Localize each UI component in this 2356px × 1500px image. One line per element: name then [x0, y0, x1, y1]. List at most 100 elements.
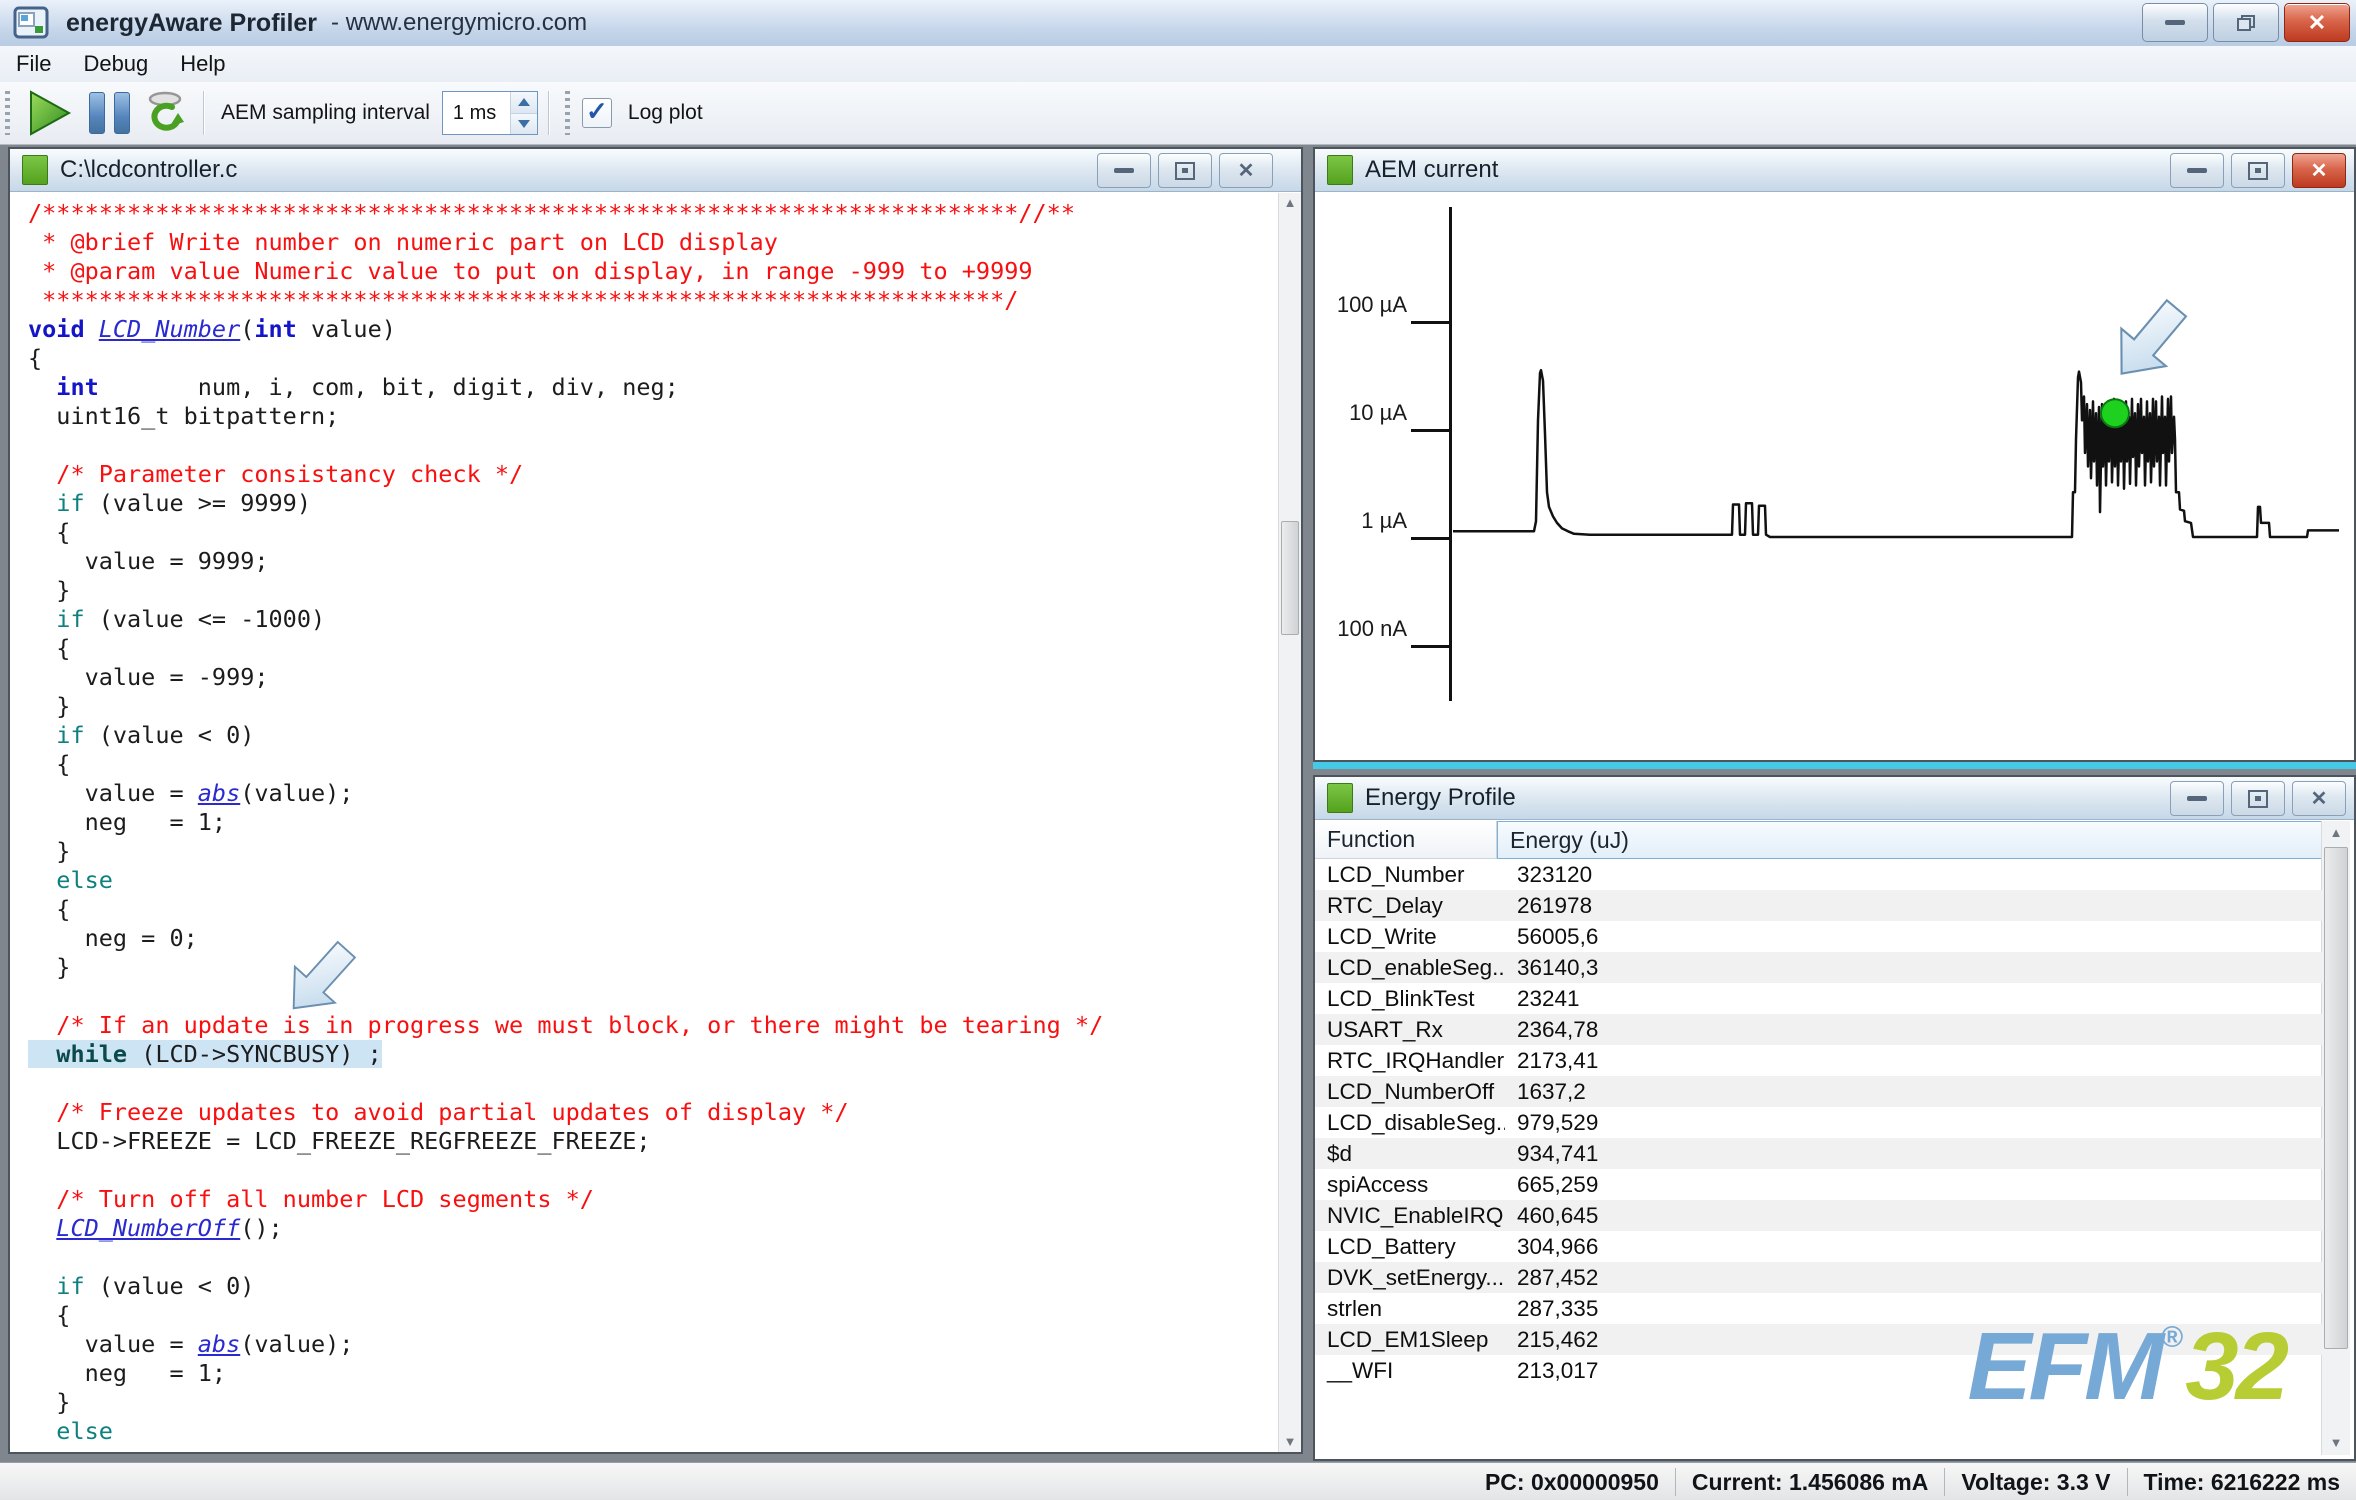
code-area[interactable]: /***************************************…	[28, 199, 1277, 1452]
code-line: int num, i, com, bit, digit, div, neg;	[28, 373, 1277, 402]
function-cell: LCD_disableSeg...	[1315, 1110, 1505, 1136]
code-line: }	[28, 1388, 1277, 1417]
minimize-button[interactable]	[2142, 3, 2208, 42]
code-maximize-button[interactable]	[1158, 153, 1212, 188]
code-line: if (value < 0)	[28, 721, 1277, 750]
table-row[interactable]: LCD_disableSeg...979,529	[1315, 1107, 2322, 1138]
toolbar-separator	[203, 91, 205, 135]
column-header-energy[interactable]: Energy (uJ)	[1497, 821, 2322, 859]
code-line: void LCD_Number(int value)	[28, 315, 1277, 344]
energy-cell: 213,017	[1505, 1358, 1598, 1384]
function-cell: LCD_Battery	[1315, 1234, 1505, 1260]
function-cell: $d	[1315, 1141, 1505, 1167]
code-window-title: C:\lcdcontroller.c	[60, 156, 237, 184]
energy-minimize-button[interactable]	[2170, 781, 2224, 816]
energy-scrollbar-thumb[interactable]	[2324, 847, 2348, 1349]
code-line: else	[28, 1417, 1277, 1446]
table-row[interactable]: DVK_setEnergy...287,452	[1315, 1262, 2322, 1293]
energy-cell: 36140,3	[1505, 955, 1598, 981]
code-line: /***************************************…	[28, 199, 1277, 228]
menu-file[interactable]: File	[0, 46, 67, 82]
table-row[interactable]: spiAccess665,259	[1315, 1169, 2322, 1200]
close-icon: ✕	[2308, 12, 2326, 34]
close-icon: ✕	[1238, 161, 1255, 181]
code-line	[28, 1069, 1277, 1098]
aem-window-icon	[1327, 155, 1353, 185]
sampling-interval-label: AEM sampling interval	[221, 101, 430, 125]
code-editor[interactable]: /***************************************…	[10, 193, 1301, 1452]
code-window-title-bar[interactable]: C:\lcdcontroller.c ✕	[10, 149, 1301, 192]
table-row[interactable]: RTC_Delay261978	[1315, 890, 2322, 921]
table-row[interactable]: LCD_enableSeg...36140,3	[1315, 952, 2322, 983]
chevron-down-icon	[518, 120, 530, 128]
column-header-function[interactable]: Function	[1315, 821, 1497, 859]
energy-cell: 2364,78	[1505, 1017, 1598, 1043]
title-bar[interactable]: energyAware Profiler - www.energymicro.c…	[0, 0, 2356, 47]
function-cell: __WFI	[1315, 1358, 1505, 1384]
function-cell: LCD_enableSeg...	[1315, 955, 1505, 981]
code-line: {	[28, 750, 1277, 779]
code-line: value = abs(value);	[28, 779, 1277, 808]
code-line: /* Freeze updates to avoid partial updat…	[28, 1098, 1277, 1127]
aem-close-button[interactable]: ✕	[2292, 153, 2346, 188]
aem-chart[interactable]: 100 µA10 µA1 µA100 nA ◄ ►	[1315, 193, 2350, 716]
pause-button[interactable]	[89, 92, 130, 134]
code-line	[28, 982, 1277, 1011]
aem-window-title: AEM current	[1365, 156, 1498, 184]
aem-minimize-button[interactable]	[2170, 153, 2224, 188]
minimize-icon	[1114, 168, 1134, 173]
stepper-down-button[interactable]	[511, 114, 537, 135]
scroll-up-icon[interactable]: ▲	[2322, 823, 2350, 843]
aem-maximize-button[interactable]	[2231, 153, 2285, 188]
code-scrollbar-thumb[interactable]	[1281, 521, 1299, 635]
energy-maximize-button[interactable]	[2231, 781, 2285, 816]
reset-button[interactable]	[144, 89, 186, 137]
restore-button[interactable]	[2213, 3, 2279, 42]
table-row[interactable]: LCD_Write56005,6	[1315, 921, 2322, 952]
log-plot-label: Log plot	[628, 101, 703, 125]
function-cell: LCD_EM1Sleep	[1315, 1327, 1505, 1353]
scroll-up-icon[interactable]: ▲	[1279, 193, 1301, 213]
table-row[interactable]: LCD_Battery304,966	[1315, 1231, 2322, 1262]
menu-debug[interactable]: Debug	[67, 46, 164, 82]
sampling-interval-stepper[interactable]: 1 ms	[442, 91, 538, 135]
start-button[interactable]	[23, 87, 75, 139]
table-row[interactable]: LCD_BlinkTest23241	[1315, 983, 2322, 1014]
table-row[interactable]: $d934,741	[1315, 1138, 2322, 1169]
maximize-icon	[2248, 162, 2268, 180]
aem-window-title-bar[interactable]: AEM current ✕	[1315, 149, 2354, 192]
energy-cell: 287,335	[1505, 1296, 1598, 1322]
stepper-up-button[interactable]	[511, 92, 537, 114]
table-row[interactable]: USART_Rx2364,78	[1315, 1014, 2322, 1045]
code-line: * @param value Numeric value to put on d…	[28, 257, 1277, 286]
code-line: * @brief Write number on numeric part on…	[28, 228, 1277, 257]
table-row[interactable]: LCD_Number323120	[1315, 859, 2322, 890]
code-line	[28, 431, 1277, 460]
table-row[interactable]: RTC_IRQHandler2173,41	[1315, 1045, 2322, 1076]
toolbar: AEM sampling interval 1 ms ✓ Log plot	[0, 82, 2356, 145]
code-minimize-button[interactable]	[1097, 153, 1151, 188]
code-line: {	[28, 634, 1277, 663]
minimize-icon	[2165, 20, 2185, 25]
minimize-icon	[2187, 168, 2207, 173]
energy-scrollbar[interactable]: ▲ ▼	[2321, 821, 2350, 1455]
table-row[interactable]: LCD_NumberOff1637,2	[1315, 1076, 2322, 1107]
close-button[interactable]: ✕	[2284, 3, 2350, 42]
sampling-interval-value[interactable]: 1 ms	[443, 92, 510, 134]
energy-close-button[interactable]: ✕	[2292, 781, 2346, 816]
log-plot-checkbox[interactable]: ✓	[582, 98, 612, 128]
scroll-down-icon[interactable]: ▼	[1279, 1432, 1301, 1452]
code-line: {	[28, 1301, 1277, 1330]
code-line	[28, 1243, 1277, 1272]
app-subtitle: - www.energymicro.com	[331, 9, 587, 37]
status-current: Current: 1.456086 mA	[1675, 1468, 1945, 1496]
scroll-down-icon[interactable]: ▼	[2322, 1433, 2350, 1453]
code-close-button[interactable]: ✕	[1219, 153, 1273, 188]
table-row[interactable]: NVIC_EnableIRQ460,645	[1315, 1200, 2322, 1231]
menu-help[interactable]: Help	[164, 46, 241, 82]
reset-icon	[144, 89, 186, 137]
energy-window-title-bar[interactable]: Energy Profile ✕	[1315, 777, 2354, 820]
energy-cell: 261978	[1505, 893, 1592, 919]
energy-cell: 979,529	[1505, 1110, 1598, 1136]
code-scrollbar[interactable]: ▲ ▼	[1278, 193, 1301, 1452]
